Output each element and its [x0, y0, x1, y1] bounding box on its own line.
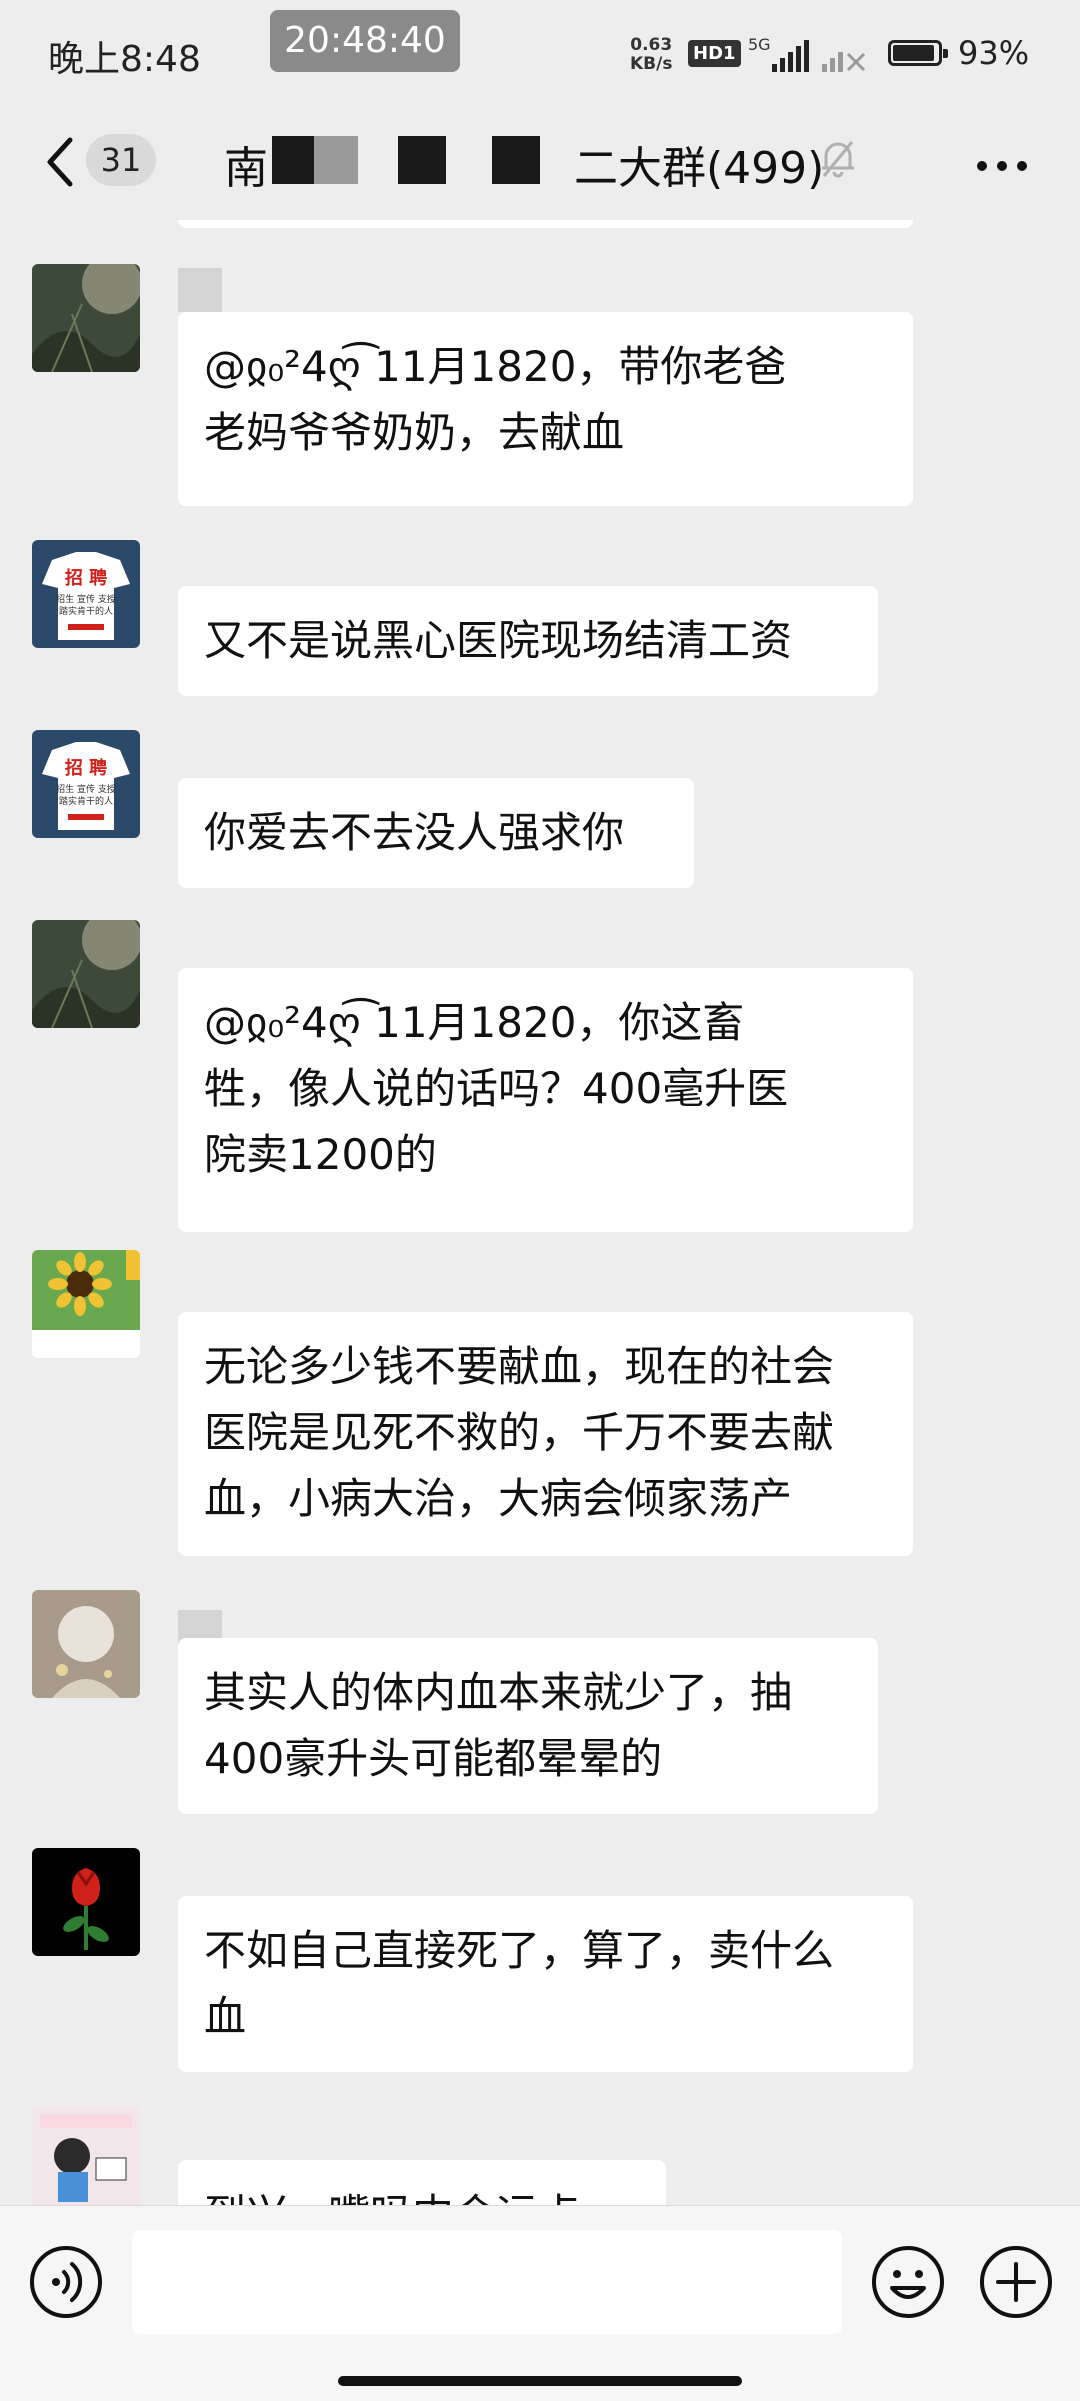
message-bubble[interactable]: @ჲ₀²4ღ͡ 11月1820，带你老爸 老妈爷爷奶奶，去献血	[178, 312, 913, 506]
network-speed-unit: KB/s	[630, 54, 673, 74]
back-icon[interactable]	[40, 132, 80, 192]
home-indicator[interactable]	[338, 2376, 742, 2386]
message-text: 到兴...嘴吗中会运点	[204, 2182, 640, 2205]
message-text: 牲，像人说的话吗？400毫升医	[204, 1064, 789, 1113]
message-text: 400豪升头可能都晕晕的	[204, 1734, 663, 1783]
signal-strength-icon: 5G	[748, 36, 809, 72]
message-text: @ჲ₀²4ღ͡ 11月1820，你这畜	[204, 998, 745, 1047]
avatar-image	[32, 1848, 140, 1956]
avatar[interactable]: 招 聘 招生 宣传 支授 踏实肯干的人	[32, 730, 140, 838]
message-bubble[interactable]: 其实人的体内血本来就少了，抽 400豪升头可能都晕晕的	[178, 1638, 878, 1814]
status-bar: 晚上8:48 20:48:40 0.63 KB/s HD1 5G 93%	[0, 0, 1080, 110]
network-type-label: 5G	[748, 36, 771, 54]
battery-percent: 93%	[958, 34, 1030, 72]
add-more-icon[interactable]	[978, 2244, 1054, 2320]
poster-subtitle: 招生 宣传 支授	[56, 593, 116, 605]
message-text: 老妈爷爷奶奶，去献血	[204, 408, 625, 457]
emoji-icon[interactable]	[870, 2244, 946, 2320]
status-time: 晚上8:48	[48, 39, 201, 80]
message-text: 又不是说黑心医院现场结清工资	[204, 616, 793, 665]
message-bubble[interactable]: 到兴...嘴吗中会运点	[178, 2160, 666, 2205]
message-text: 你爱去不去没人强求你	[204, 808, 625, 857]
message-text: 无论多少钱不要献血，现在的社会	[204, 1342, 835, 1391]
avatar-image	[32, 2106, 140, 2205]
poster-subtitle: 招生 宣传 支授	[56, 783, 116, 795]
network-speed: 0.63 KB/s	[630, 36, 672, 74]
message-bubble[interactable]: 无论多少钱不要献血，现在的社会 医院是见死不救的，千万不要去献 血，小病大治，大…	[178, 1312, 913, 1556]
message-bubble-partial	[178, 220, 913, 228]
mute-bell-icon	[822, 141, 854, 178]
avatar[interactable]	[32, 264, 140, 372]
avatar-image: 招 聘 招生 宣传 支授 踏实肯干的人	[32, 730, 140, 838]
battery-tip	[943, 49, 948, 58]
redaction-block	[314, 136, 358, 184]
message-list[interactable]: @ჲ₀²4ღ͡ 11月1820，带你老爸 老妈爷爷奶奶，去献血 招 聘 招生 宣…	[0, 220, 1080, 2205]
redaction-block	[272, 136, 314, 184]
poster-subtitle: 踏实肯干的人	[59, 795, 113, 807]
battery-icon	[888, 40, 948, 66]
chat-header: 31 南 二大群(499)	[0, 110, 1080, 220]
battery-fill	[893, 45, 934, 61]
avatar[interactable]	[32, 1250, 140, 1358]
message-text: 不如自己直接死了，算了，卖什么	[204, 1926, 835, 1975]
poster-title: 招 聘	[65, 567, 107, 589]
avatar-image	[32, 264, 140, 372]
avatar[interactable]	[32, 2106, 140, 2205]
voice-input-icon[interactable]	[28, 2244, 104, 2320]
message-bubble[interactable]: 不如自己直接死了，算了，卖什么 血	[178, 1896, 913, 2072]
avatar[interactable]	[32, 1590, 140, 1698]
avatar-image	[32, 920, 140, 1028]
more-icon[interactable]	[976, 160, 1028, 172]
unread-count-badge[interactable]: 31	[86, 134, 156, 186]
input-bar	[0, 2205, 1080, 2401]
avatar[interactable]	[32, 1848, 140, 1956]
message-text: 其实人的体内血本来就少了，抽	[204, 1668, 793, 1717]
network-speed-value: 0.63	[630, 35, 673, 55]
message-text: 血	[204, 1992, 247, 2041]
poster-title: 招 聘	[65, 757, 107, 779]
message-text: 血，小病大治，大病会倾家荡产	[204, 1474, 793, 1523]
chat-title-end: 二大群(499)	[574, 143, 825, 194]
recording-timer[interactable]: 20:48:40	[270, 10, 460, 72]
redaction-block	[398, 136, 446, 184]
redaction-block	[492, 136, 540, 184]
message-input[interactable]	[132, 2230, 842, 2334]
avatar[interactable]	[32, 920, 140, 1028]
avatar-image	[32, 1250, 140, 1330]
message-text: 医院是见死不救的，千万不要去献	[204, 1408, 835, 1457]
chat-title-start: 南	[224, 143, 268, 194]
message-bubble[interactable]: @ჲ₀²4ღ͡ 11月1820，你这畜 牲，像人说的话吗？400毫升医 院卖12…	[178, 968, 913, 1232]
poster-subtitle: 踏实肯干的人	[59, 605, 113, 617]
signal-secondary-icon	[822, 52, 866, 72]
hd-badge: HD1	[688, 40, 741, 67]
avatar[interactable]: 招 聘 招生 宣传 支授 踏实肯干的人	[32, 540, 140, 648]
chat-title[interactable]: 南	[224, 132, 268, 196]
sender-name-redacted	[178, 268, 222, 312]
avatar-image: 招 聘 招生 宣传 支授 踏实肯干的人	[32, 540, 140, 648]
message-text: @ჲ₀²4ღ͡ 11月1820，带你老爸	[204, 342, 787, 391]
message-text: 院卖1200的	[204, 1130, 437, 1179]
message-bubble[interactable]: 又不是说黑心医院现场结清工资	[178, 586, 878, 696]
message-bubble[interactable]: 你爱去不去没人强求你	[178, 778, 694, 888]
avatar-image	[32, 1590, 140, 1698]
